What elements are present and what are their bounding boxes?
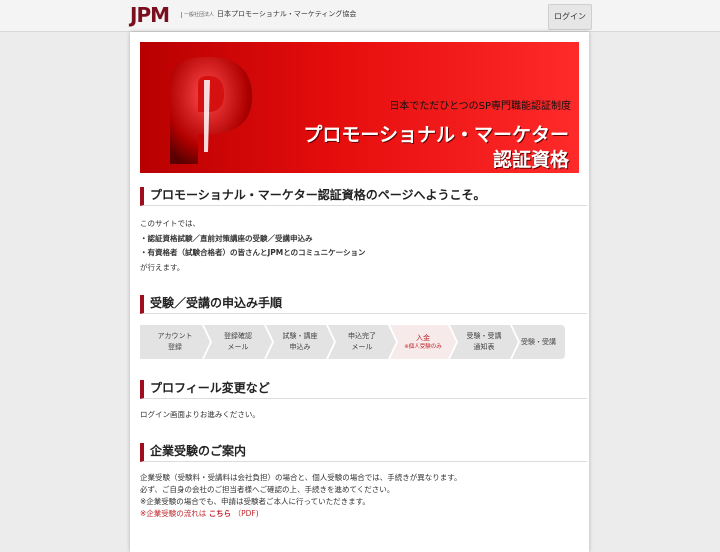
step-confirmation-mail: 登録確認 メール xyxy=(204,325,272,359)
main-content: 日本でただひとつのSP専門職能認証制度 プロモーショナル・マーケター 認証資格 … xyxy=(130,32,589,552)
jpm-logo[interactable]: JPM xyxy=(130,4,170,26)
org-type-label: 一般社団法人 xyxy=(181,12,215,18)
step-completion-mail: 申込完了 メール xyxy=(328,325,396,359)
step-payment: 入金 ※個人受験のみ xyxy=(390,325,456,359)
corporate-flow-suffix: （PDF) xyxy=(233,509,259,518)
step-take-exam: 受験・受講 xyxy=(512,325,565,359)
corporate-flow-link[interactable]: こちら xyxy=(209,509,232,518)
profile-heading: プロフィール変更など xyxy=(140,380,587,399)
step-notification: 受験・受講 通知表 xyxy=(450,325,518,359)
corporate-line2: 必ず、ご自身の会社のご担当者様へご確認の上、手続きを進めてください。 xyxy=(140,485,395,494)
p-logo-icon xyxy=(170,57,252,164)
procedure-steps: アカウント 登録 登録確認 メール 試験・講座 申込み 申込完了 メール 入金 … xyxy=(140,325,570,359)
corporate-line3: ※企業受験の場合でも、申請は受験者ご本人に行っていただきます。 xyxy=(140,497,370,506)
org-name-text: 日本プロモーショナル・マーケティング協会 xyxy=(217,10,357,18)
welcome-line: ・認証資格試験／直前対策講座の受験／受講申込み xyxy=(140,234,313,243)
hero-title-line2: 認証資格 xyxy=(492,149,569,171)
welcome-line: ・有資格者（試験合格者）の皆さんとJPMとのコミュニケーション xyxy=(140,248,366,257)
welcome-heading: プロモーショナル・マーケター認証資格のページへようこそ。 xyxy=(140,187,587,206)
corporate-line4: ※企業受験の流れは こちら （PDF) xyxy=(140,508,259,519)
org-name: 一般社団法人 日本プロモーショナル・マーケティング協会 xyxy=(181,9,356,20)
procedure-heading: 受験／受講の申込み手順 xyxy=(140,295,587,314)
login-button[interactable]: ログイン xyxy=(548,4,592,30)
hero-title-line1: プロモーショナル・マーケター xyxy=(303,124,569,146)
step-exam-application: 試験・講座 申込み xyxy=(266,325,334,359)
welcome-line: このサイトでは、 xyxy=(140,219,200,228)
corporate-heading: 企業受験のご案内 xyxy=(140,443,587,462)
corporate-flow-prefix: ※企業受験の流れは xyxy=(140,509,207,518)
hero-banner: 日本でただひとつのSP専門職能認証制度 プロモーショナル・マーケター 認証資格 xyxy=(140,42,579,173)
step-account-registration: アカウント 登録 xyxy=(140,325,210,359)
profile-text: ログイン画面よりお進みください。 xyxy=(140,410,260,419)
corporate-line1: 企業受験（受験料・受講料は会社負担）の場合と、個人受験の場合では、手続きが異なり… xyxy=(140,473,462,482)
welcome-line: が行えます。 xyxy=(140,263,185,272)
top-bar: JPM 一般社団法人 日本プロモーショナル・マーケティング協会 ログイン xyxy=(0,0,720,32)
hero-subtitle: 日本でただひとつのSP専門職能認証制度 xyxy=(389,101,571,112)
